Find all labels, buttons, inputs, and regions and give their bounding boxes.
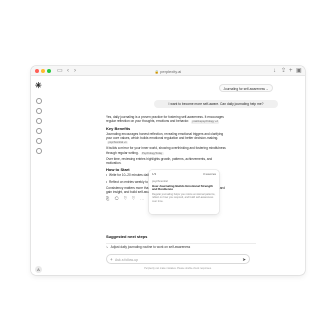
follow-up-input[interactable]: + Ask a follow-up ➤ [106, 254, 250, 264]
chevron-left-icon[interactable]: ‹ [67, 67, 69, 75]
lock-icon: 🔒 [154, 69, 160, 74]
benefit-paragraph: Journaling encourages honest reflection,… [106, 132, 226, 145]
benefit-text: Journaling encourages honest reflection,… [106, 131, 224, 140]
maximize-window-button[interactable] [47, 69, 51, 73]
download-icon[interactable]: ↓ [273, 67, 276, 75]
benefit-text: It builds a mirror for your inner world,… [106, 146, 226, 155]
home-icon[interactable] [36, 108, 42, 114]
benefit-paragraph: Over time, reviewing entries highlights … [106, 157, 213, 166]
answer-action-icons[interactable]: ⎘ ⟲ ♡ ♡ ⋯ [106, 196, 146, 201]
source-title[interactable]: How Journaling Builds Emotional Strength… [152, 184, 216, 193]
share-icon[interactable]: ⇪ [281, 67, 286, 75]
library-icon[interactable] [36, 138, 42, 144]
suggestion-text: Adjust daily journaling routine to work … [110, 245, 191, 249]
popover-pager[interactable]: 1/3 [152, 172, 156, 177]
close-window-button[interactable] [35, 69, 39, 73]
new-thread-icon[interactable] [36, 98, 42, 104]
plus-icon[interactable]: + [289, 67, 293, 75]
answer-intro: Yes, daily journaling is a proven practi… [106, 115, 226, 124]
sidebar: ✳ A [31, 76, 47, 275]
arrow-icon: ↳ [106, 245, 109, 249]
plus-icon[interactable]: + [110, 255, 113, 265]
logo[interactable]: ✳ [35, 81, 42, 90]
disclaimer: Perplexity can make mistakes. Please dou… [144, 267, 212, 270]
popover-sources[interactable]: 3 sources [203, 172, 216, 177]
popover-header: 1/3 3 sources [152, 172, 216, 177]
minimize-window-button[interactable] [41, 69, 45, 73]
spaces-icon[interactable] [36, 128, 42, 134]
citation-chip[interactable]: psychcentral +1 [107, 141, 129, 145]
model-selector[interactable]: Journaling for self-awareness ⌄ [219, 84, 273, 92]
source-preview-popover: 1/3 3 sources psychcentral How Journalin… [149, 170, 219, 214]
chevron-right-icon[interactable]: › [74, 67, 76, 75]
source-snippet: Regular journaling helps you notice emot… [152, 193, 216, 203]
citation-chip[interactable]: positivepsychology +2 [191, 120, 220, 124]
sidebar-icon[interactable]: ▭ [57, 67, 63, 75]
download-icon[interactable] [36, 148, 42, 154]
citation-chip[interactable]: PsychologyToday [140, 151, 164, 156]
tabs-icon[interactable]: ▣ [296, 67, 302, 75]
user-message: I want to become more self-aware. Can da… [154, 100, 278, 108]
discover-icon[interactable] [36, 118, 42, 124]
avatar[interactable]: A [35, 266, 42, 273]
suggestion-item[interactable]: ↳ Adjust daily journaling routine to work… [106, 243, 256, 250]
titlebar: ▭ ‹ › 🔒perplexity.ai ↓ ⇪ + ▣ [31, 66, 305, 76]
benefit-paragraph: It builds a mirror for your inner world,… [106, 146, 226, 156]
send-icon[interactable]: ➤ [242, 255, 246, 265]
address-bar[interactable]: 🔒perplexity.ai [144, 68, 192, 75]
suggestions-heading: Suggested next steps [106, 234, 148, 239]
input-placeholder: Ask a follow-up [115, 258, 138, 262]
url-text: perplexity.ai [160, 68, 182, 74]
